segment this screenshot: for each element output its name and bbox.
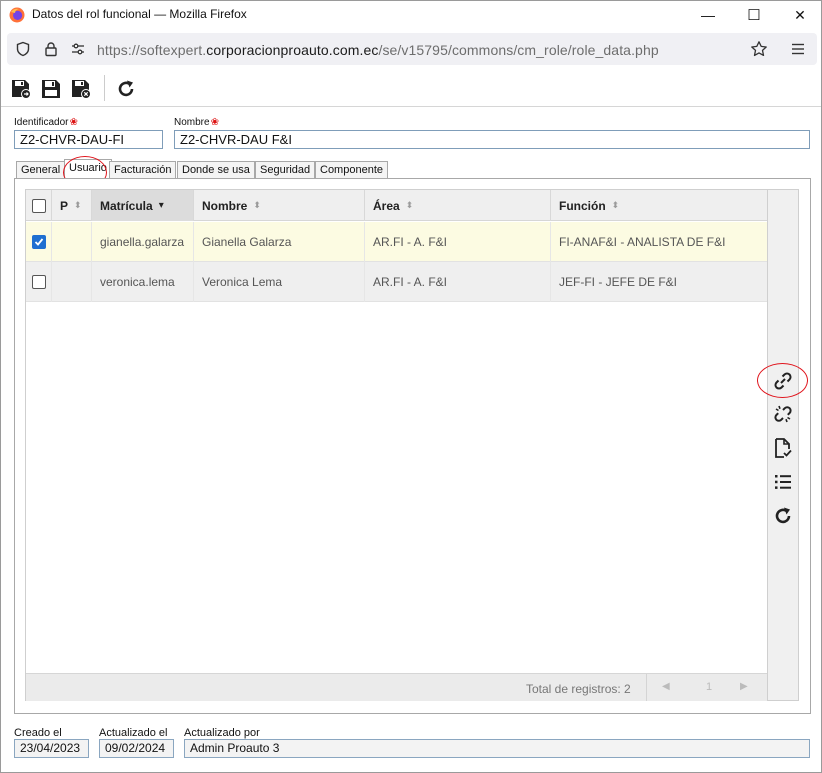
updated-by-label: Actualizado por bbox=[184, 727, 260, 739]
lock-icon[interactable] bbox=[43, 41, 59, 57]
title-bar: Datos del rol funcional — Mozilla Firefo… bbox=[1, 1, 821, 29]
cell-matricula: veronica.lema bbox=[92, 262, 194, 302]
created-label: Creado el bbox=[14, 727, 62, 739]
firefox-window: Datos del rol funcional — Mozilla Firefo… bbox=[0, 0, 822, 773]
header-area[interactable]: Área ⬍ bbox=[365, 190, 551, 221]
nombre-label: Nombre❀ bbox=[174, 117, 219, 128]
page-number: 1 bbox=[706, 681, 713, 693]
url-domain: corporacionproauto.com.ec bbox=[206, 42, 379, 58]
users-grid: P ⬍ Matrícula ▾ Nombre ⬍ Área ⬍ Función ⬍ gia… bbox=[25, 189, 768, 701]
next-page-icon[interactable]: ▶ bbox=[740, 681, 748, 692]
tab-componente[interactable]: Componente bbox=[315, 161, 388, 179]
refresh-icon[interactable] bbox=[114, 77, 138, 101]
toolbar-divider bbox=[104, 75, 105, 101]
sort-icon: ⬍ bbox=[253, 200, 261, 210]
row-checkbox-checked[interactable] bbox=[32, 235, 46, 249]
url-text[interactable]: https://softexpert.corporacionproauto.co… bbox=[97, 42, 659, 58]
grid-header: P ⬍ Matrícula ▾ Nombre ⬍ Área ⬍ Función ⬍ bbox=[26, 190, 767, 221]
shield-icon[interactable] bbox=[15, 41, 31, 57]
window-title: Datos del rol funcional — Mozilla Firefo… bbox=[32, 7, 247, 21]
grid-side-toolbar bbox=[768, 189, 799, 701]
grid-footer: Total de registros: 2 ◀ 1 ▶ bbox=[26, 673, 767, 701]
refresh-icon[interactable] bbox=[771, 504, 795, 528]
save-icon[interactable] bbox=[39, 77, 63, 101]
table-row[interactable]: gianella.galarza Gianella Galarza AR.FI … bbox=[26, 222, 767, 262]
url-path: /se/v15795/commons/cm_role/role_data.php bbox=[378, 42, 659, 58]
row-checkbox[interactable] bbox=[32, 275, 46, 289]
cell-area: AR.FI - A. F&I bbox=[365, 222, 551, 262]
table-row[interactable]: veronica.lema Veronica Lema AR.FI - A. F… bbox=[26, 262, 767, 302]
required-icon: ❀ bbox=[210, 117, 219, 128]
cell-p bbox=[52, 262, 92, 302]
cell-area: AR.FI - A. F&I bbox=[365, 262, 551, 302]
updated-by-field[interactable]: Admin Proauto 3 bbox=[184, 739, 810, 758]
menu-icon[interactable] bbox=[790, 41, 806, 57]
select-all-checkbox-cell[interactable] bbox=[26, 190, 52, 221]
app-toolbar bbox=[1, 69, 821, 107]
permissions-icon[interactable] bbox=[70, 41, 86, 57]
checkmark-icon bbox=[34, 238, 44, 246]
row-checkbox-cell[interactable] bbox=[26, 262, 52, 302]
updated-label: Actualizado el bbox=[99, 727, 168, 739]
nombre-field[interactable]: Z2-CHVR-DAU F&I bbox=[174, 130, 810, 149]
select-all-checkbox[interactable] bbox=[32, 198, 46, 213]
updated-field[interactable]: 09/02/2024 bbox=[99, 739, 174, 758]
cell-matricula: gianella.galarza bbox=[92, 222, 194, 262]
header-nombre[interactable]: Nombre ⬍ bbox=[194, 190, 365, 221]
cell-nombre: Veronica Lema bbox=[194, 262, 365, 302]
tab-donde-se-usa[interactable]: Donde se usa bbox=[177, 161, 255, 179]
tab-facturacion[interactable]: Facturación bbox=[109, 161, 177, 179]
cell-p bbox=[52, 222, 92, 262]
list-icon[interactable] bbox=[771, 470, 795, 494]
maximize-button[interactable]: ☐ bbox=[731, 1, 777, 29]
tab-general[interactable]: General bbox=[16, 161, 66, 179]
required-icon: ❀ bbox=[69, 117, 78, 128]
identificador-field[interactable]: Z2-CHVR-DAU-FI bbox=[14, 130, 163, 149]
firefox-logo-icon bbox=[9, 7, 25, 23]
header-matricula[interactable]: Matrícula ▾ bbox=[92, 190, 194, 221]
save-new-icon[interactable] bbox=[9, 77, 33, 101]
total-records: Total de registros: 2 bbox=[526, 682, 631, 696]
sort-icon: ⬍ bbox=[405, 200, 414, 210]
cell-nombre: Gianella Galarza bbox=[194, 222, 365, 262]
sort-icon: ⬍ bbox=[611, 200, 620, 210]
cell-funcion: FI-ANAF&I - ANALISTA DE F&I bbox=[559, 235, 726, 249]
cell-funcion: JEF-FI - JEFE DE F&I bbox=[559, 275, 678, 289]
created-field[interactable]: 23/04/2023 bbox=[14, 739, 89, 758]
url-bar[interactable]: https://softexpert.corporacionproauto.co… bbox=[7, 33, 817, 65]
bookmark-star-icon[interactable] bbox=[750, 40, 768, 58]
header-funcion[interactable]: Función ⬍ bbox=[551, 190, 767, 221]
unlink-icon[interactable] bbox=[771, 402, 795, 426]
save-close-icon[interactable] bbox=[69, 77, 93, 101]
tab-seguridad[interactable]: Seguridad bbox=[255, 161, 316, 179]
close-button[interactable]: ✕ bbox=[777, 1, 821, 29]
footer-divider bbox=[646, 674, 647, 701]
document-check-icon[interactable] bbox=[771, 436, 795, 460]
row-checkbox-cell[interactable] bbox=[26, 222, 52, 262]
minimize-button[interactable]: — bbox=[685, 1, 731, 29]
sort-desc-icon: ▾ bbox=[158, 200, 164, 211]
url-prefix: https://softexpert. bbox=[97, 42, 207, 58]
prev-page-icon[interactable]: ◀ bbox=[662, 681, 670, 692]
identificador-label: Identificador❀ bbox=[14, 117, 78, 128]
annotation-circle-link bbox=[757, 363, 808, 398]
sort-icon: ⬍ bbox=[74, 200, 82, 210]
header-p[interactable]: P ⬍ bbox=[52, 190, 92, 221]
